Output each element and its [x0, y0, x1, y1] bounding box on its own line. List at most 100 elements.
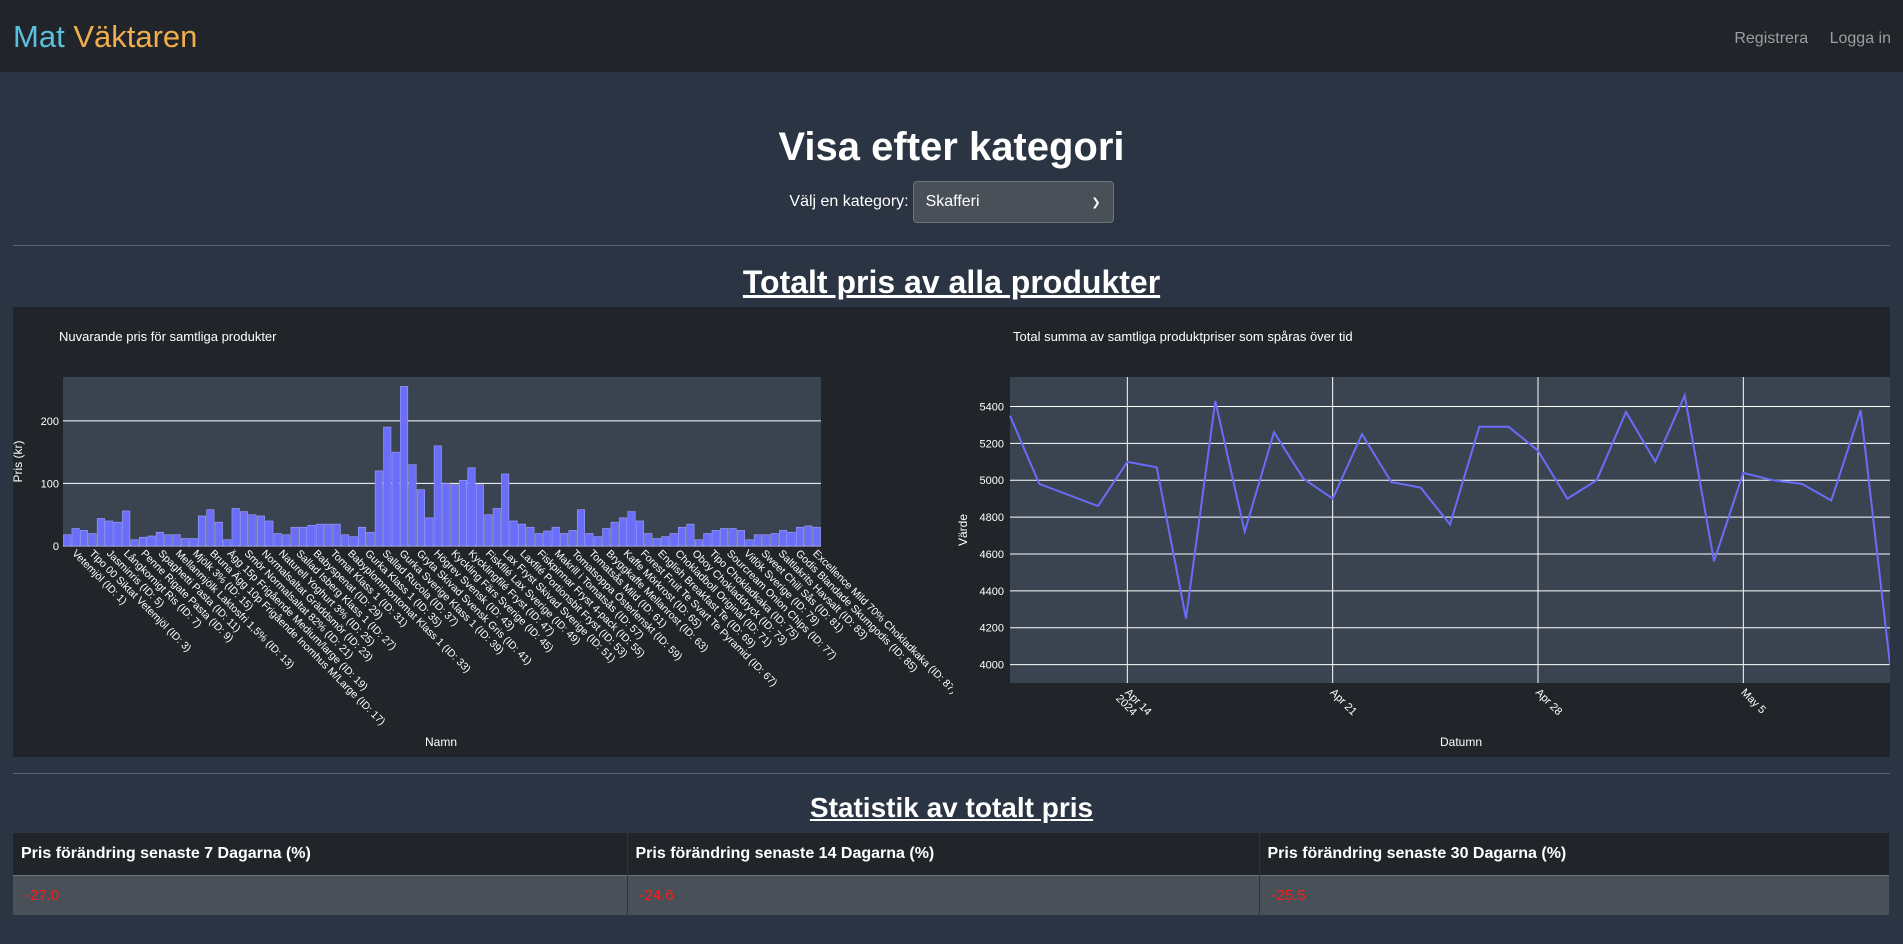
- bar: [147, 535, 156, 547]
- line-x-tick-label: Apr 21: [1328, 687, 1359, 718]
- bar-chart-title: Nuvarande pris för samtliga produkter: [59, 329, 277, 344]
- category-selected-value: Skafferi: [925, 193, 980, 210]
- category-select[interactable]: Skafferi ❯: [912, 181, 1114, 223]
- bar: [80, 530, 89, 547]
- charts-panel: Nuvarande pris för samtliga produkter 0 10…: [13, 307, 1890, 757]
- bar: [206, 509, 215, 547]
- bar: [299, 526, 308, 547]
- bar: [113, 521, 122, 547]
- bar: [475, 484, 484, 547]
- line-x-tick-label: May 5: [1738, 687, 1768, 717]
- bar: [627, 511, 636, 547]
- line-y-tick-label: 4000: [980, 660, 1004, 672]
- bar: [728, 528, 737, 547]
- bar: [290, 526, 299, 547]
- bar: [770, 533, 779, 547]
- bar: [593, 536, 602, 547]
- bar: [509, 520, 518, 547]
- bar: [661, 536, 670, 547]
- bar: [484, 514, 493, 547]
- line-y-tick-label: 5400: [980, 401, 1004, 413]
- register-link[interactable]: Registrera: [1734, 30, 1808, 47]
- page-title: Visa efter kategori: [778, 125, 1125, 169]
- bar: [551, 526, 560, 547]
- bar: [686, 523, 695, 547]
- line-y-tick-label: 5200: [980, 438, 1004, 450]
- bar: [105, 520, 114, 547]
- line-x-axis-title: Datumn: [1440, 735, 1482, 749]
- total-section-title: Totalt pris av alla produkter: [742, 264, 1161, 300]
- stats-section-title: Statistik av totalt pris: [809, 792, 1094, 823]
- bar-x-axis-title: Namn: [425, 735, 457, 749]
- stats-value-14d: -24.6: [627, 874, 1260, 915]
- bar: [130, 539, 139, 547]
- bar: [374, 470, 383, 547]
- line-y-tick-label: 4800: [980, 512, 1004, 524]
- bar: [223, 539, 232, 547]
- bar: [408, 464, 417, 547]
- bar: [307, 525, 316, 547]
- bar: [416, 489, 425, 547]
- stats-header-14d: Pris förändring senaste 14 Dagarna (%): [627, 833, 1260, 875]
- bar: [669, 533, 678, 547]
- line-plot-area: [1010, 377, 1890, 683]
- bar: [256, 515, 265, 547]
- stats-header-row: Pris förändring senaste 7 Dagarna (%) Pr…: [13, 833, 1890, 875]
- brand-part2[interactable]: Väktaren: [73, 19, 197, 54]
- navbar: Mat Väktaren Registrera Logga in: [0, 0, 1903, 72]
- bar: [492, 508, 501, 547]
- bar: [787, 531, 796, 547]
- bar: [467, 467, 476, 547]
- divider: [13, 773, 1890, 774]
- line-y-axis-title: Värde: [956, 514, 970, 546]
- bar: [349, 536, 358, 547]
- brand-logo[interactable]: Mat Väktaren: [13, 18, 197, 56]
- brand-part1[interactable]: Mat: [13, 19, 65, 54]
- bar: [273, 533, 282, 547]
- bar: [576, 509, 585, 547]
- bar: [391, 451, 400, 547]
- bar-y-tick-label: 200: [41, 416, 59, 428]
- bar: [400, 386, 409, 547]
- bar-y-axis-title: Pris (kr): [13, 441, 25, 483]
- bar: [736, 530, 746, 547]
- bar: [762, 534, 771, 547]
- bar: [720, 528, 729, 547]
- bar: [181, 538, 190, 547]
- bar: [71, 528, 80, 547]
- line-y-tick-label: 5000: [980, 475, 1004, 487]
- bar: [341, 534, 350, 547]
- bar: [459, 479, 468, 547]
- bar-plot-area: [63, 377, 821, 546]
- stats-value-7d: -27.0: [13, 874, 628, 915]
- bar: [172, 534, 181, 547]
- bar: [779, 530, 788, 547]
- bar: [450, 484, 459, 547]
- bar: [231, 508, 240, 547]
- chevron-down-icon: ❯: [1091, 196, 1101, 209]
- bar: [282, 534, 291, 547]
- bar: [517, 523, 527, 547]
- bar: [139, 536, 148, 547]
- bar: [433, 445, 442, 547]
- bar: [753, 534, 762, 547]
- line-y-tick-label: 4200: [980, 623, 1004, 635]
- bar: [804, 525, 813, 547]
- stats-table: Pris förändring senaste 7 Dagarna (%) Pr…: [13, 833, 1890, 915]
- bar: [610, 521, 619, 547]
- bar: [164, 534, 173, 547]
- bar: [568, 530, 577, 547]
- bar: [560, 533, 569, 547]
- bar-y-tick-label: 0: [53, 541, 59, 553]
- bar: [324, 523, 333, 547]
- bar: [248, 514, 257, 547]
- bar: [240, 511, 249, 547]
- bar: [63, 534, 72, 547]
- bar: [155, 531, 164, 547]
- bar: [795, 526, 804, 547]
- login-link[interactable]: Logga in: [1830, 30, 1891, 47]
- bar: [501, 473, 510, 547]
- line-chart[interactable]: Total summa av samtliga produktpriser so…: [953, 307, 1890, 757]
- bar-chart[interactable]: Nuvarande pris för samtliga produkter 0 10…: [13, 307, 953, 757]
- bar: [812, 526, 821, 547]
